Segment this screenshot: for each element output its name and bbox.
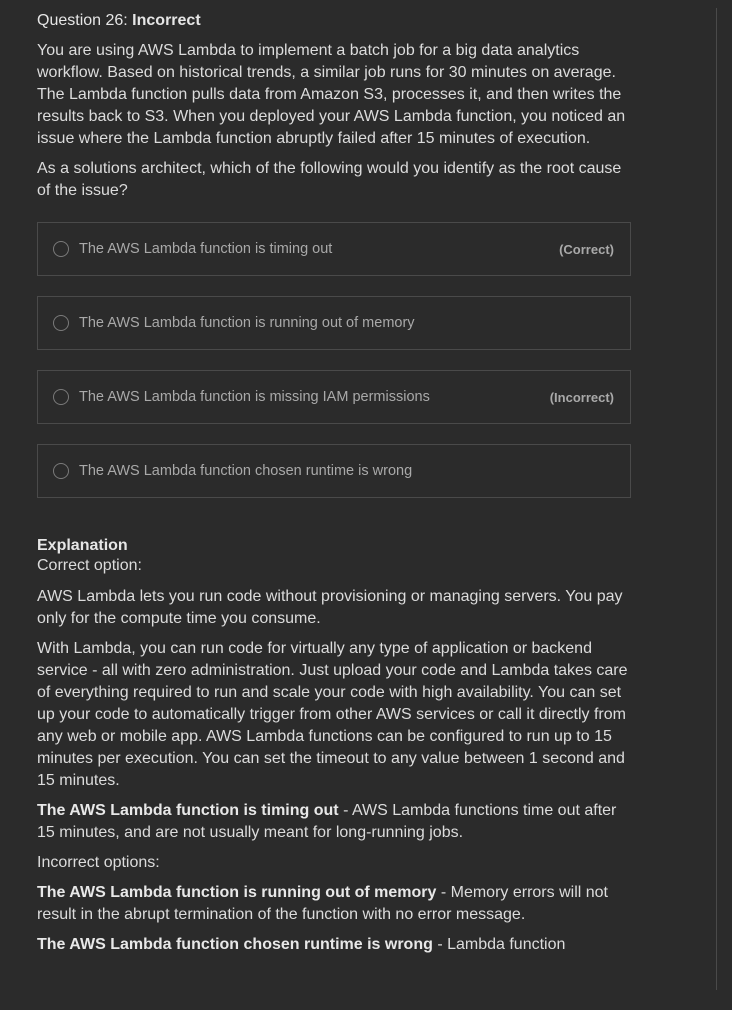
explanation-paragraph-2: With Lambda, you can run code for virtua… [37,640,628,789]
question-prompt: As a solutions architect, which of the f… [37,160,622,199]
answer-option-3[interactable]: The AWS Lambda function is missing IAM p… [37,370,631,424]
question-content: Question 26: Incorrect You are using AWS… [37,10,632,964]
correct-tag: (Correct) [559,241,614,257]
explanation-paragraph-1: AWS Lambda lets you run code without pro… [37,588,623,627]
explanation-section: Explanation Correct option: AWS Lambda l… [37,536,632,956]
answer-option-label: The AWS Lambda function is missing IAM p… [79,389,430,405]
incorrect-option-title: The AWS Lambda function is running out o… [37,884,437,901]
scrollbar-track[interactable] [716,8,717,990]
answer-option-4[interactable]: The AWS Lambda function chosen runtime i… [37,444,631,498]
question-text: You are using AWS Lambda to implement a … [37,42,626,147]
incorrect-option-explanation-2: The AWS Lambda function chosen runtime i… [37,934,632,956]
answer-option-label: The AWS Lambda function is timing out [79,241,333,257]
incorrect-option-title: The AWS Lambda function chosen runtime i… [37,936,433,953]
incorrect-option-detail: - Lambda function [432,936,566,953]
answer-option-label: The AWS Lambda function is running out o… [79,315,415,331]
radio-icon[interactable] [53,315,69,331]
radio-icon[interactable] [53,463,69,479]
answer-option-1[interactable]: The AWS Lambda function is timing out (C… [37,222,631,276]
incorrect-option-explanation-1: The AWS Lambda function is running out o… [37,882,632,926]
answer-options: The AWS Lambda function is timing out (C… [37,222,632,498]
answer-option-2[interactable]: The AWS Lambda function is running out o… [37,296,631,350]
correct-option-title: The AWS Lambda function is timing out [37,802,339,819]
radio-icon[interactable] [53,241,69,257]
incorrect-tag: (Incorrect) [549,389,614,405]
quiz-review-page: Question 26: Incorrect You are using AWS… [0,0,732,1010]
question-status: Incorrect [132,12,201,29]
question-header: Question 26: Incorrect [37,10,632,32]
incorrect-options-label: Incorrect options: [37,854,160,871]
correct-option-label: Correct option: [37,557,142,574]
radio-icon[interactable] [53,389,69,405]
answer-option-label: The AWS Lambda function chosen runtime i… [79,463,413,479]
correct-option-explanation: The AWS Lambda function is timing out - … [37,800,632,844]
question-number: Question 26: [37,12,133,29]
explanation-title: Explanation [37,537,128,554]
